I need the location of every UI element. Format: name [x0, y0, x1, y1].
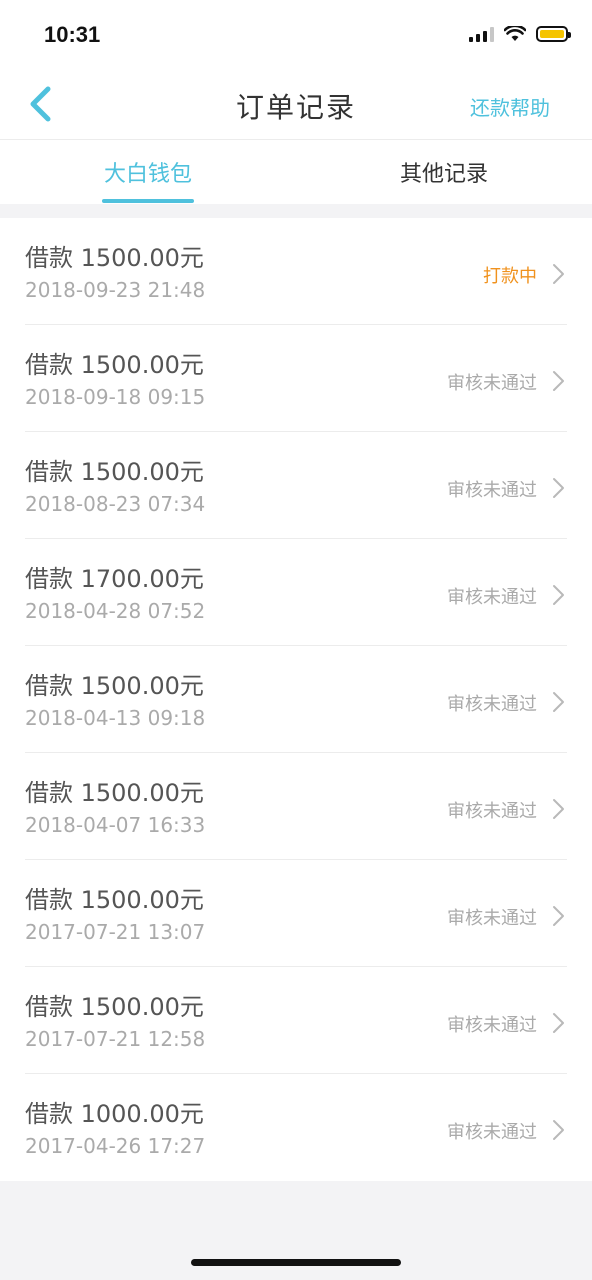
- order-date: 2018-04-13 09:18: [25, 706, 206, 730]
- order-status: 审核未通过: [447, 480, 537, 501]
- battery-level: [540, 30, 564, 38]
- order-amount-title: 借款 1500.00元: [25, 886, 204, 914]
- order-list-item[interactable]: 借款 1500.00元 2018-09-18 09:15 审核未通过: [0, 325, 592, 432]
- order-list-item[interactable]: 借款 1500.00元 2018-04-13 09:18 审核未通过: [0, 646, 592, 753]
- order-list-item[interactable]: 借款 1500.00元 2017-07-21 13:07 审核未通过: [0, 860, 592, 967]
- repayment-help-link[interactable]: 还款帮助: [470, 92, 550, 121]
- order-status: 打款中: [483, 266, 537, 287]
- order-status: 审核未通过: [447, 373, 537, 394]
- order-list-item[interactable]: 借款 1000.00元 2017-04-26 17:27 审核未通过: [0, 1074, 592, 1181]
- order-amount-title: 借款 1500.00元: [25, 244, 204, 272]
- tab-dabai-wallet[interactable]: 大白钱包: [102, 156, 194, 188]
- navigation-bar: 订单记录 还款帮助: [0, 72, 592, 140]
- status-bar: 10:31: [0, 0, 592, 72]
- order-date: 2018-04-07 16:33: [25, 813, 206, 837]
- chevron-right-icon: [553, 371, 564, 391]
- order-amount-title: 借款 1700.00元: [25, 565, 204, 593]
- chevron-right-icon: [553, 799, 564, 819]
- order-status: 审核未通过: [447, 694, 537, 715]
- chevron-right-icon: [553, 1120, 564, 1140]
- status-icons: [469, 26, 571, 42]
- order-date: 2017-07-21 12:58: [25, 1027, 206, 1051]
- order-date: 2018-08-23 07:34: [25, 492, 206, 516]
- tab-other-records[interactable]: 其他记录: [398, 156, 490, 188]
- home-indicator[interactable]: [191, 1259, 401, 1266]
- chevron-right-icon: [553, 478, 564, 498]
- order-date: 2017-04-26 17:27: [25, 1134, 206, 1158]
- chevron-right-icon: [553, 692, 564, 712]
- order-date: 2018-09-23 21:48: [25, 278, 206, 302]
- active-tab-indicator: [102, 199, 194, 203]
- chevron-right-icon: [553, 585, 564, 605]
- order-status: 审核未通过: [447, 908, 537, 929]
- order-status: 审核未通过: [447, 801, 537, 822]
- order-amount-title: 借款 1500.00元: [25, 458, 204, 486]
- order-amount-title: 借款 1500.00元: [25, 672, 204, 700]
- order-status: 审核未通过: [447, 587, 537, 608]
- order-amount-title: 借款 1500.00元: [25, 779, 204, 807]
- order-status: 审核未通过: [447, 1015, 537, 1036]
- order-amount-title: 借款 1000.00元: [25, 1100, 204, 1128]
- order-list-item[interactable]: 借款 1500.00元 2018-08-23 07:34 审核未通过: [0, 432, 592, 539]
- order-list-item[interactable]: 借款 1500.00元 2017-07-21 12:58 审核未通过: [0, 967, 592, 1074]
- order-date: 2018-04-28 07:52: [25, 599, 206, 623]
- chevron-right-icon: [553, 1013, 564, 1033]
- tab-bar: 大白钱包 其他记录: [0, 140, 592, 204]
- status-time: 10:31: [44, 22, 101, 47]
- cellular-signal-icon: [469, 26, 494, 42]
- order-date: 2017-07-21 13:07: [25, 920, 206, 944]
- order-list-item[interactable]: 借款 1500.00元 2018-09-23 21:48 打款中: [0, 218, 592, 325]
- order-list-item[interactable]: 借款 1500.00元 2018-04-07 16:33 审核未通过: [0, 753, 592, 860]
- order-status: 审核未通过: [447, 1122, 537, 1143]
- order-amount-title: 借款 1500.00元: [25, 351, 204, 379]
- battery-icon: [536, 26, 571, 42]
- order-list: 借款 1500.00元 2018-09-23 21:48 打款中 借款 1500…: [0, 218, 592, 1181]
- chevron-right-icon: [553, 264, 564, 284]
- wifi-icon: [504, 26, 526, 41]
- order-list-item[interactable]: 借款 1700.00元 2018-04-28 07:52 审核未通过: [0, 539, 592, 646]
- order-amount-title: 借款 1500.00元: [25, 993, 204, 1021]
- chevron-right-icon: [553, 906, 564, 926]
- order-date: 2018-09-18 09:15: [25, 385, 206, 409]
